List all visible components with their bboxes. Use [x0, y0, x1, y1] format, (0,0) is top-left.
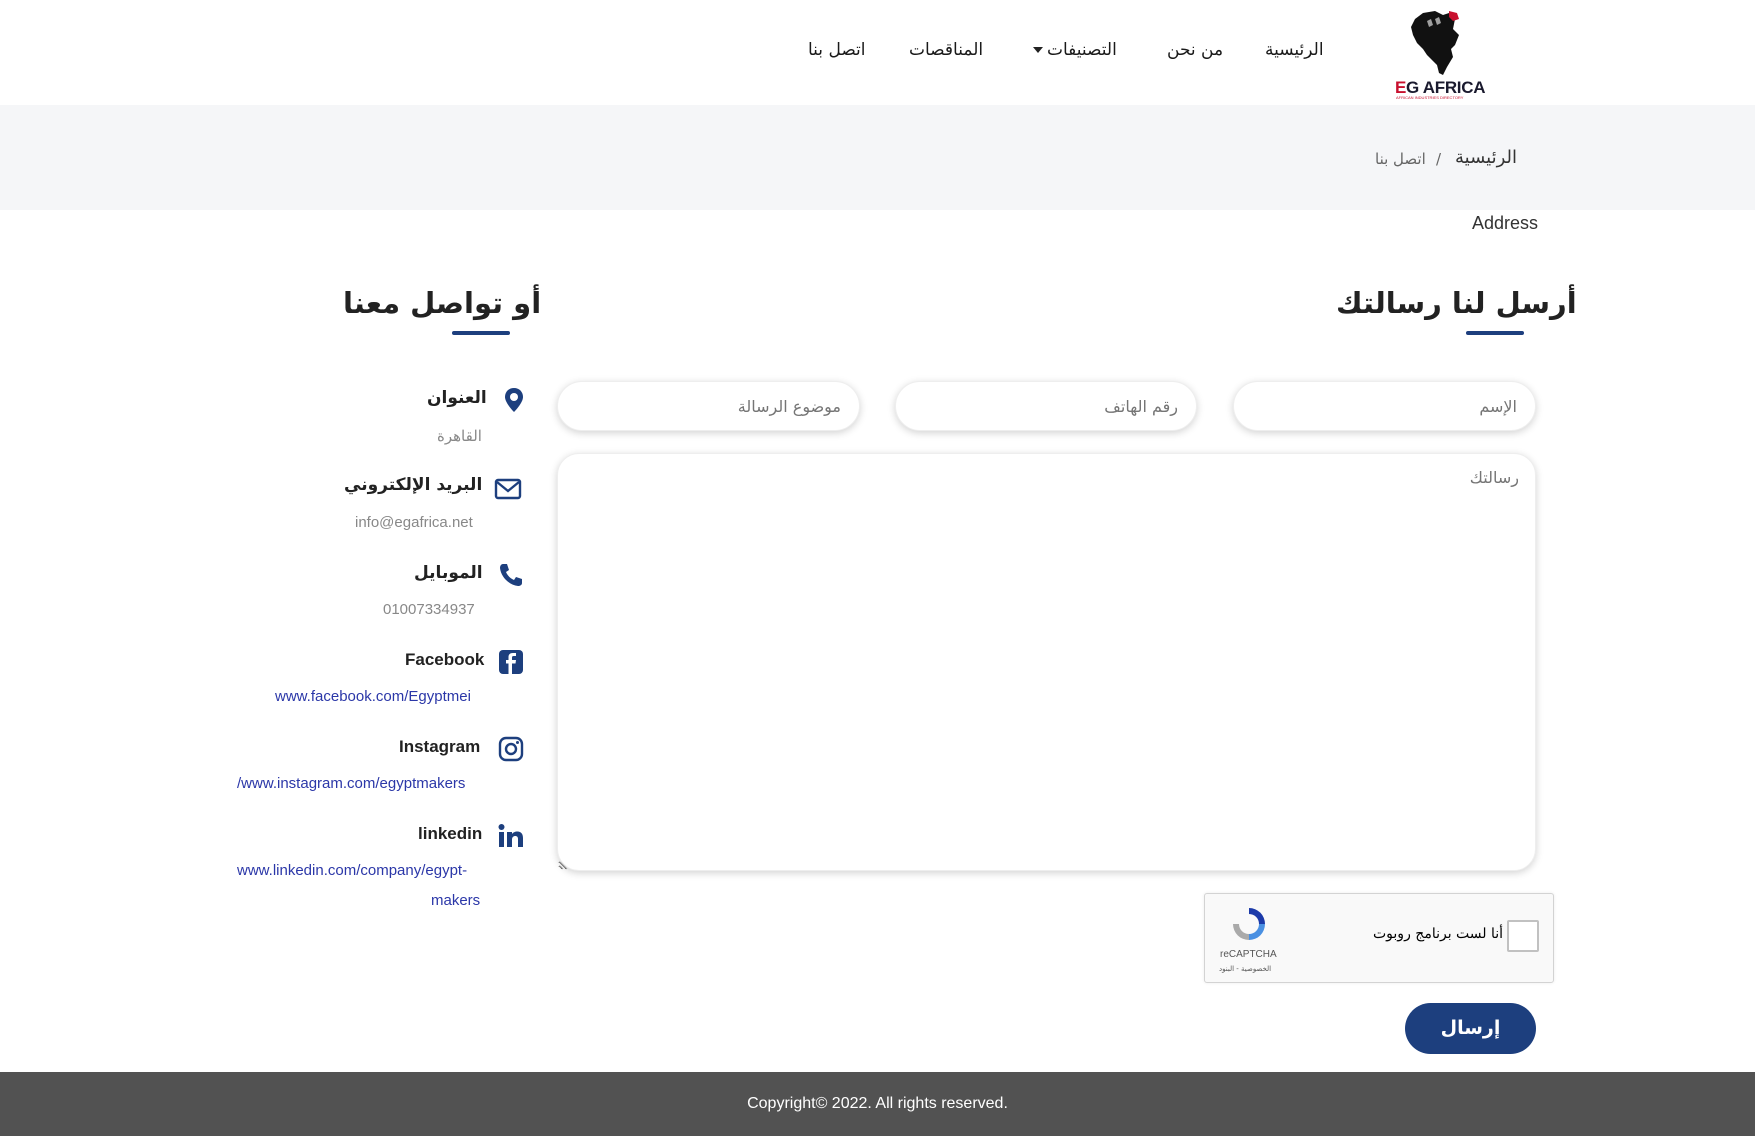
mobile-value[interactable]: 01007334937 [383, 601, 475, 618]
form-title: أرسل لنا رسالتك [1336, 286, 1577, 320]
linkedin-icon [498, 824, 523, 847]
recaptcha-widget: أنا لست برنامج روبوت reCAPTCHA الخصوصية … [1204, 893, 1554, 983]
instagram-title: Instagram [399, 737, 481, 756]
breadcrumb-home[interactable]: الرئيسية [1455, 147, 1517, 168]
address-value: القاهرة [437, 428, 482, 445]
nav-categories-label: التصنيفات [1047, 40, 1117, 60]
textarea-resize-handle[interactable] [559, 860, 569, 870]
nav-about[interactable]: من نحن [1167, 40, 1223, 60]
submit-button[interactable]: إرسال [1405, 1003, 1536, 1054]
envelope-icon [494, 478, 522, 500]
facebook-link[interactable]: www.facebook.com/Egyptmei [275, 688, 471, 705]
nav-contact[interactable]: اتصل بنا [808, 40, 866, 60]
recaptcha-label: أنا لست برنامج روبوت [1373, 926, 1504, 942]
site-header: EG AFRICA AFRICAN INDUSTRIES DIRECTORY ا… [0, 0, 1755, 105]
breadcrumb-current: اتصل بنا [1375, 150, 1426, 168]
nav-home[interactable]: الرئيسية [1265, 40, 1324, 60]
facebook-title: Facebook [405, 650, 485, 669]
linkedin-title: linkedin [418, 824, 483, 843]
recaptcha-icon [1233, 908, 1265, 940]
email-title: البريد الإلكتروني [344, 475, 483, 495]
instagram-link[interactable]: /www.instagram.com/egyptmakers [237, 775, 465, 792]
recaptcha-brand: reCAPTCHA [1220, 949, 1277, 960]
nav-categories[interactable]: التصنيفات [1033, 40, 1117, 60]
linkedin-link-line2[interactable]: makers [431, 892, 480, 909]
instagram-icon [498, 736, 524, 762]
email-value[interactable]: info@egafrica.net [355, 514, 473, 531]
form-title-underline [1466, 331, 1524, 335]
mobile-title: الموبايل [414, 563, 483, 583]
name-input[interactable] [1233, 381, 1536, 431]
contact-title-underline [452, 331, 510, 335]
recaptcha-checkbox[interactable] [1507, 920, 1539, 952]
nav-tenders[interactable]: المناقصات [909, 40, 983, 60]
map-pin-icon [505, 388, 523, 412]
message-textarea[interactable] [557, 453, 1536, 871]
footer-copyright: Copyright© 2022. All rights reserved. [747, 1095, 1008, 1112]
linkedin-link-line1[interactable]: www.linkedin.com/company/egypt- [237, 862, 467, 879]
phone-icon [500, 564, 522, 586]
phone-input[interactable] [895, 381, 1197, 431]
caret-down-icon [1033, 47, 1043, 53]
breadcrumb-separator: / [1436, 150, 1442, 168]
logo-subtitle: AFRICAN INDUSTRIES DIRECTORY [1396, 95, 1464, 100]
address-title: العنوان [427, 388, 487, 408]
subject-input[interactable] [557, 381, 860, 431]
recaptcha-links[interactable]: الخصوصية - البنود [1219, 965, 1271, 973]
address-label: Address [1472, 213, 1539, 233]
contact-title: أو تواصل معنا [343, 286, 542, 320]
facebook-icon [499, 650, 523, 674]
